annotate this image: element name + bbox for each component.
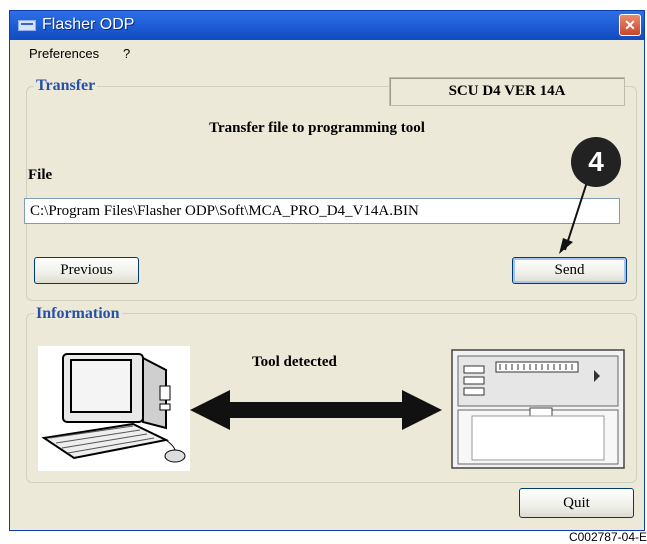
computer-icon xyxy=(38,346,190,471)
file-path-field[interactable]: C:\Program Files\Flasher ODP\Soft\MCA_PR… xyxy=(24,198,620,224)
previous-button[interactable]: Previous xyxy=(34,257,139,284)
programming-tool-icon xyxy=(451,349,625,469)
callout-pointer-arrow xyxy=(559,181,588,254)
app-icon xyxy=(18,20,36,31)
window-title: Flasher ODP xyxy=(42,16,135,33)
quit-button[interactable]: Quit xyxy=(519,488,634,518)
close-icon: ✕ xyxy=(624,17,636,33)
title-bar[interactable]: Flasher ODP ✕ xyxy=(10,11,644,40)
close-button[interactable]: ✕ xyxy=(619,14,641,36)
file-label: File xyxy=(28,167,53,183)
send-button[interactable]: Send xyxy=(512,257,627,284)
menu-bar: Preferences ? xyxy=(10,40,644,68)
transfer-heading: Transfer file to programming tool xyxy=(209,120,425,136)
step-callout-badge: 4 xyxy=(571,137,621,187)
status-text: Tool detected xyxy=(252,354,337,370)
menu-preferences[interactable]: Preferences xyxy=(29,46,99,61)
transfer-group-label: Transfer xyxy=(34,77,98,95)
menu-help[interactable]: ? xyxy=(123,46,130,61)
version-display: SCU D4 VER 14A xyxy=(389,77,625,106)
information-group-label: Information xyxy=(34,305,122,323)
double-arrow-icon xyxy=(190,390,442,430)
